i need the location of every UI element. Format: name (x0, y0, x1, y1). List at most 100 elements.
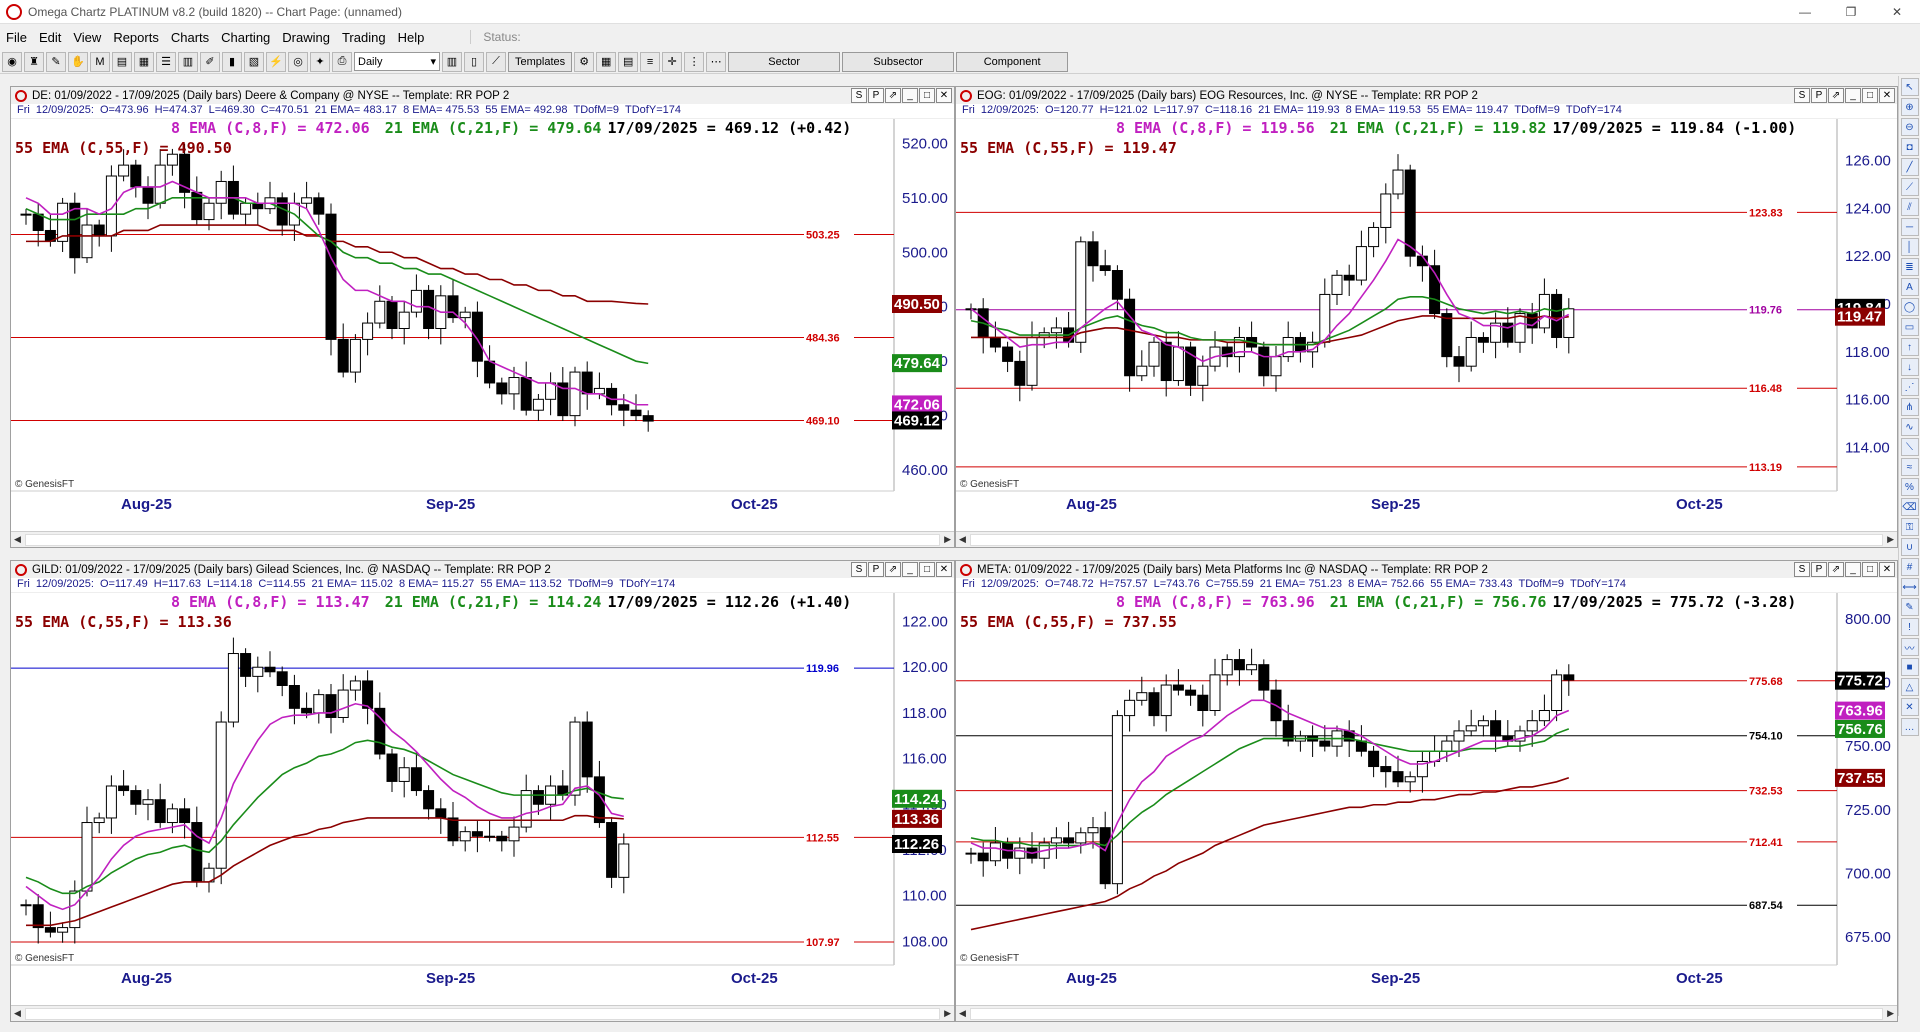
maximize-pane-button[interactable]: □ (1862, 88, 1878, 103)
list-icon[interactable]: ☰ (156, 51, 176, 72)
zoom-out-icon[interactable]: ⊖ (1900, 118, 1919, 136)
eraser-icon[interactable]: ⌫ (1900, 498, 1919, 516)
book-icon[interactable]: ▮ (222, 51, 242, 72)
pencil-icon[interactable]: ✐ (200, 51, 220, 72)
horizontal-scrollbar[interactable]: ◀ ▶ (11, 531, 954, 547)
chart-pane[interactable]: EOG: 01/09/2022 - 17/09/2025 (Daily bars… (955, 86, 1898, 548)
ellipse-icon[interactable]: ◯ (1900, 298, 1919, 316)
rectangle-icon[interactable]: ▭ (1900, 318, 1919, 336)
p-button[interactable]: P (868, 562, 884, 577)
horizontal-split-icon[interactable]: ⋯ (706, 51, 727, 72)
chart-pane[interactable]: META: 01/09/2022 - 17/09/2025 (Daily bar… (955, 560, 1898, 1022)
candle-chart-icon[interactable]: ▯ (464, 51, 484, 72)
maximize-pane-button[interactable]: □ (919, 562, 935, 577)
print-icon[interactable]: ⎙ (332, 51, 352, 72)
folder-icon[interactable]: ▤ (112, 51, 132, 72)
p-button[interactable]: P (1811, 88, 1827, 103)
close-pane-button[interactable]: ✕ (936, 562, 952, 577)
minimize-pane-button[interactable]: _ (1845, 88, 1861, 103)
scroll-track[interactable] (969, 533, 1884, 546)
templates-button[interactable]: Templates (508, 51, 573, 72)
vertical-split-icon[interactable]: ⋮ (684, 51, 705, 72)
chart-pane[interactable]: GILD: 01/09/2022 - 17/09/2025 (Daily bar… (10, 560, 955, 1022)
scroll-right-icon[interactable]: ▶ (1887, 1008, 1894, 1019)
horizontal-scrollbar[interactable]: ◀ ▶ (11, 1005, 954, 1021)
p-button[interactable]: P (868, 88, 884, 103)
s-button[interactable]: S (851, 88, 867, 103)
arrow-down-icon[interactable]: ↓ (1900, 358, 1919, 376)
triangle-icon[interactable]: △ (1900, 678, 1919, 696)
s-button[interactable]: S (851, 562, 867, 577)
maximize-pane-button[interactable]: □ (1862, 562, 1878, 577)
minimize-button[interactable]: — (1782, 0, 1828, 24)
zoom-in-icon[interactable]: ⊕ (1900, 98, 1919, 116)
lightning-icon[interactable]: ⚡ (266, 51, 286, 72)
settings-icon[interactable]: ▦ (596, 51, 617, 72)
speed-line-icon[interactable]: ⟍ (1900, 438, 1919, 456)
camera-icon[interactable]: ◘ (1900, 138, 1919, 156)
hand-icon[interactable]: ✋ (68, 51, 88, 72)
close-button[interactable]: ✕ (1874, 0, 1920, 24)
scroll-right-icon[interactable]: ▶ (944, 1008, 951, 1019)
link-icon[interactable]: ⇗ (885, 562, 901, 577)
gann-icon[interactable]: ⋰ (1900, 378, 1919, 396)
regression-icon[interactable]: ≈ (1900, 458, 1919, 476)
pointer-icon[interactable]: ↖ (1900, 78, 1919, 96)
sector-button[interactable]: Sector (728, 51, 841, 72)
menu-charts[interactable]: Charts (165, 30, 215, 45)
menu-trading[interactable]: Trading (336, 30, 392, 45)
delete-icon[interactable]: ✕ (1900, 698, 1919, 716)
target-icon[interactable]: ◎ (288, 51, 308, 72)
p-button[interactable]: P (1811, 562, 1827, 577)
lock-icon[interactable]: ⚿ (1900, 518, 1919, 536)
interval-select[interactable]: Daily ▾ (354, 52, 440, 71)
scroll-right-icon[interactable]: ▶ (944, 534, 951, 545)
tools-icon[interactable]: ✎ (46, 51, 66, 72)
menu-edit[interactable]: Edit (33, 30, 67, 45)
scroll-track[interactable] (24, 533, 941, 546)
crosshair-icon[interactable]: ✛ (662, 51, 683, 72)
fib-retrace-icon[interactable]: ≣ (1900, 258, 1919, 276)
alert-icon[interactable]: ! (1900, 618, 1919, 636)
link-icon[interactable]: ⇗ (885, 88, 901, 103)
vline-icon[interactable]: │ (1900, 238, 1919, 256)
price-chart[interactable]: 800.00775.00750.00725.00700.00675.00775.… (956, 593, 1897, 1005)
measure-icon[interactable]: ⟷ (1900, 578, 1919, 596)
scroll-right-icon[interactable]: ▶ (1887, 534, 1894, 545)
grid-lines-icon[interactable]: # (1900, 558, 1919, 576)
star-icon[interactable]: ✦ (310, 51, 330, 72)
ray-icon[interactable]: ⟋ (1900, 178, 1919, 196)
square-icon[interactable]: ■ (1900, 658, 1919, 676)
percent-icon[interactable]: % (1900, 478, 1919, 496)
menu-view[interactable]: View (67, 30, 107, 45)
line-chart-icon[interactable]: ⟋ (486, 51, 506, 72)
horizontal-scrollbar[interactable]: ◀ ▶ (956, 531, 1897, 547)
fib-icon[interactable]: ≡ (640, 51, 661, 72)
subsector-button[interactable]: Subsector (842, 51, 955, 72)
restore-button[interactable]: ❐ (1828, 0, 1874, 24)
tower-icon[interactable]: ♜ (24, 51, 44, 72)
price-chart[interactable]: 126.00124.00122.00120.00118.00116.00114.… (956, 119, 1897, 531)
minimize-pane-button[interactable]: _ (1845, 562, 1861, 577)
bar-chart-icon[interactable]: ▥ (442, 51, 462, 72)
hline-icon[interactable]: ─ (1900, 218, 1919, 236)
text-icon[interactable]: A (1900, 278, 1919, 296)
cycle-icon[interactable]: ∿ (1900, 418, 1919, 436)
scroll-left-icon[interactable]: ◀ (959, 534, 966, 545)
component-button[interactable]: Component (956, 51, 1069, 72)
more-icon[interactable]: … (1900, 718, 1919, 736)
table-icon[interactable]: ▥ (178, 51, 198, 72)
minimize-pane-button[interactable]: _ (902, 88, 918, 103)
minimize-pane-button[interactable]: _ (902, 562, 918, 577)
arrow-up-icon[interactable]: ↑ (1900, 338, 1919, 356)
price-chart[interactable]: 520.00510.00500.00490.00480.00470.00460.… (11, 119, 954, 531)
close-pane-button[interactable]: ✕ (1879, 562, 1895, 577)
menu-charting[interactable]: Charting (215, 30, 276, 45)
scroll-track[interactable] (969, 1007, 1884, 1020)
s-button[interactable]: S (1794, 562, 1810, 577)
chart-pane[interactable]: DE: 01/09/2022 - 17/09/2025 (Daily bars)… (10, 86, 955, 548)
channel-icon[interactable]: ⫽ (1900, 198, 1919, 216)
menu-reports[interactable]: Reports (107, 30, 165, 45)
link-icon[interactable]: ⇗ (1828, 88, 1844, 103)
horizontal-scrollbar[interactable]: ◀ ▶ (956, 1005, 1897, 1021)
